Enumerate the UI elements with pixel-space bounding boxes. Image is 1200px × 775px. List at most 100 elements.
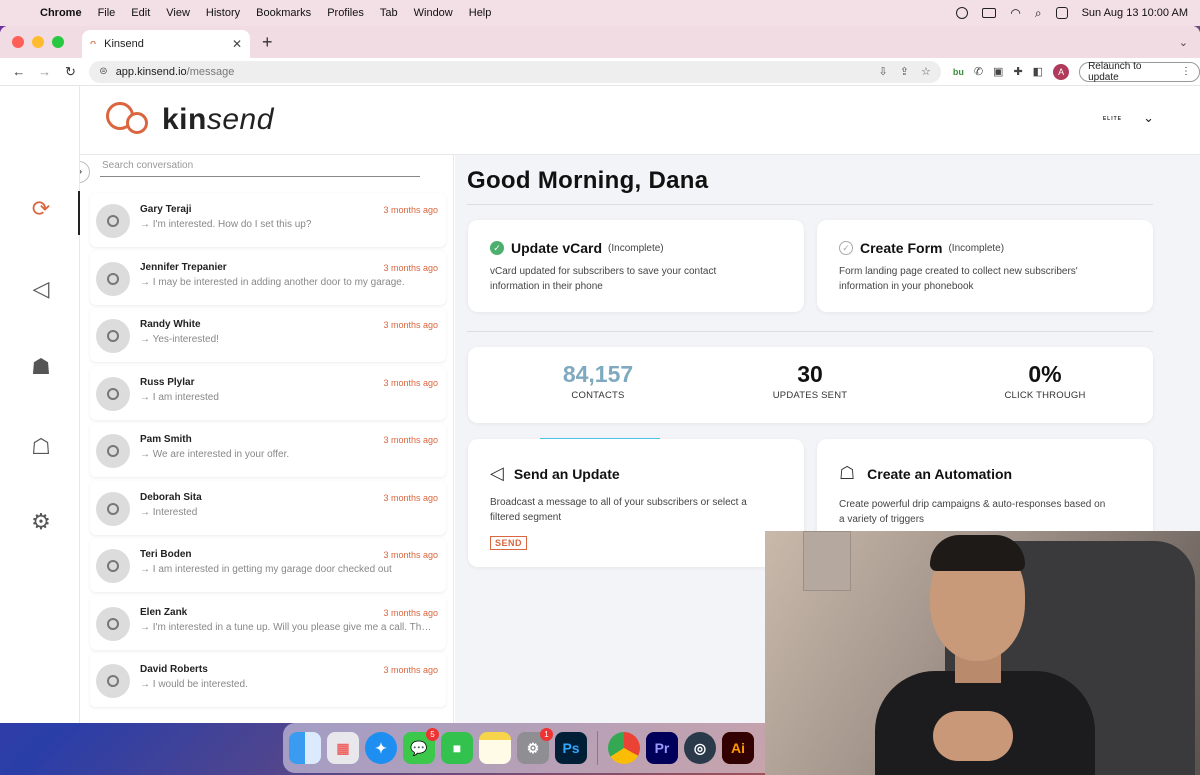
contact-avatar-icon [96, 434, 130, 468]
conversation-item[interactable]: Teri Boden 3 months ago → I am interested … [90, 538, 446, 592]
conversation-item[interactable]: Elen Zank 3 months ago → I'm interested in… [90, 595, 446, 650]
photoshop-icon[interactable]: Ps [555, 732, 587, 764]
system-settings-icon[interactable]: ⚙ 1 [517, 728, 553, 764]
profile-avatar[interactable]: A [1053, 63, 1070, 80]
menu-file[interactable]: File [98, 7, 116, 19]
divider [467, 331, 1153, 332]
send-button[interactable]: SEND [490, 536, 528, 550]
message-preview: → I would be interested. [140, 679, 248, 690]
vcard-title: Update vCard [511, 240, 603, 256]
conversation-item[interactable]: Jennifer Trepanier 3 months ago → I may be… [90, 250, 446, 305]
menu-history[interactable]: History [206, 7, 240, 19]
safari-icon[interactable]: ✦ [365, 732, 397, 764]
menubar-datetime[interactable]: Sun Aug 13 10:00 AM [1082, 7, 1188, 19]
finder-icon[interactable] [289, 732, 321, 764]
bookmark-star-icon[interactable]: ☆ [921, 65, 931, 78]
install-app-icon[interactable]: ⇩ [879, 65, 888, 78]
conversation-item[interactable]: Pam Smith 3 months ago → We are interested… [90, 423, 446, 477]
create-form-card[interactable]: ✓ Create Form (Incomplete) Form landing … [817, 220, 1153, 312]
settings-gear-nav-icon[interactable]: ⚙ [27, 509, 55, 537]
extension-calendar-icon[interactable]: ▣ [993, 65, 1003, 78]
control-center-icon[interactable] [1055, 7, 1068, 19]
messages-nav-icon[interactable]: ⟳ [27, 196, 55, 224]
message-preview: → I may be interested in adding another … [140, 276, 405, 288]
extension-bu-icon[interactable]: bu [953, 67, 964, 77]
url-path: /message [186, 65, 235, 78]
contact-name: Russ Plylar [140, 376, 195, 388]
back-button[interactable]: ← [12, 64, 26, 79]
quicktime-icon[interactable]: ◎ [684, 732, 716, 764]
search-conversation-input[interactable]: Search conversation [100, 159, 420, 177]
notes-icon[interactable] [479, 732, 511, 764]
menu-tab[interactable]: Tab [380, 7, 398, 19]
updates-megaphone-nav-icon[interactable]: ◁ [27, 276, 55, 304]
wifi-icon[interactable]: ◠ [1010, 6, 1020, 20]
forward-button[interactable]: → [38, 64, 52, 79]
account-brand-logo[interactable]: ELITE [1103, 116, 1122, 122]
launchpad-icon[interactable]: ▦ [327, 732, 359, 764]
relaunch-button[interactable]: Relaunch to update ⋮ [1079, 61, 1200, 83]
extensions-puzzle-icon[interactable]: ✚ [1013, 65, 1022, 78]
contact-avatar-icon [96, 491, 130, 526]
menu-profiles[interactable]: Profiles [327, 7, 364, 19]
menu-window[interactable]: Window [414, 7, 453, 19]
send-update-card[interactable]: ◁ Send an Update Broadcast a message to … [468, 439, 804, 567]
send-update-title: Send an Update [513, 465, 620, 482]
menu-bookmarks[interactable]: Bookmarks [256, 7, 311, 19]
contact-avatar-icon [96, 606, 130, 641]
automation-desc: Create powerful drip campaigns & auto-re… [839, 499, 1106, 525]
tab-search-chevron-icon[interactable]: ⌄ [1179, 36, 1188, 49]
minimize-window-button[interactable] [32, 36, 44, 48]
contact-avatar-icon [96, 549, 130, 583]
menu-help[interactable]: Help [469, 7, 492, 19]
menu-view[interactable]: View [166, 7, 190, 19]
browser-tab-kinsend[interactable]: ᴖ Kinsend ✕ [82, 30, 250, 58]
status-icon[interactable] [956, 7, 969, 19]
side-panel-icon[interactable]: ◧ [1033, 65, 1043, 78]
share-icon[interactable]: ⇪ [900, 65, 909, 78]
address-bar[interactable]: ⊜ app.kinsend.io/message ⇩ ⇪ ☆ [89, 60, 941, 83]
site-info-icon[interactable]: ⊜ [99, 66, 107, 77]
conversation-item[interactable]: David Roberts 3 months ago → I would be in… [90, 653, 446, 707]
message-preview: → I'm interested in a tune up. Will you … [140, 621, 436, 633]
complete-check-icon: ✓ [490, 241, 504, 255]
reload-button[interactable]: ↻ [64, 64, 78, 80]
contacts-count: 84,157 [562, 361, 634, 387]
messages-icon[interactable]: 💬 5 [403, 728, 439, 764]
close-window-button[interactable] [12, 36, 24, 48]
more-menu-icon[interactable]: ⋮ [1181, 66, 1191, 77]
new-tab-button[interactable]: + [262, 32, 273, 53]
contact-name: Teri Boden [140, 549, 192, 560]
update-vcard-card[interactable]: ✓ Update vCard (Incomplete) vCard update… [468, 220, 804, 312]
account-chevron-down-icon[interactable]: ⌄ [1143, 110, 1154, 126]
conversation-item[interactable]: Russ Plylar 3 months ago → I am interested [90, 365, 446, 420]
facetime-icon[interactable]: ■ [441, 732, 473, 764]
contacts-people-nav-icon[interactable]: ☗ [27, 354, 55, 382]
stats-card: 84,157 CONTACTS 30 UPDATES SENT 0% CLICK… [468, 347, 1153, 423]
conversation-item[interactable]: Gary Teraji 3 months ago → I'm interested.… [90, 193, 446, 247]
conversation-item[interactable]: Randy White 3 months ago → Yes-interested! [90, 308, 446, 362]
kinsend-logo[interactable]: kinsend [104, 100, 274, 140]
premiere-pro-icon[interactable]: Pr [646, 732, 678, 764]
illustrator-icon[interactable]: Ai [722, 732, 754, 764]
automation-title: Create an Automation [867, 465, 1013, 482]
menu-edit[interactable]: Edit [131, 7, 150, 19]
conversation-item[interactable]: Deborah Sita 3 months ago → Interested [90, 480, 446, 535]
dock-separator [597, 731, 598, 765]
automation-robot-nav-icon[interactable]: ☖ [27, 434, 55, 462]
menu-app-name[interactable]: Chrome [40, 7, 82, 19]
incomplete-check-icon: ✓ [839, 241, 853, 255]
updates-sent-label: UPDATES SENT [772, 390, 848, 401]
kinsend-wordmark: kinsend [162, 103, 274, 136]
message-preview: → We are interested in your offer. [140, 449, 290, 460]
extension-phone-icon[interactable]: ✆ [974, 65, 983, 78]
battery-icon[interactable] [982, 8, 997, 18]
zoom-window-button[interactable] [52, 36, 64, 48]
chrome-icon[interactable] [608, 732, 640, 764]
contact-avatar-icon [96, 376, 130, 411]
message-preview: → I am interested [140, 391, 219, 403]
form-desc: Form landing page created to collect new… [839, 266, 1078, 292]
spotlight-search-icon[interactable]: ⌕ [1035, 6, 1042, 21]
close-tab-icon[interactable]: ✕ [232, 37, 242, 51]
expand-panel-icon[interactable]: » [80, 161, 90, 183]
